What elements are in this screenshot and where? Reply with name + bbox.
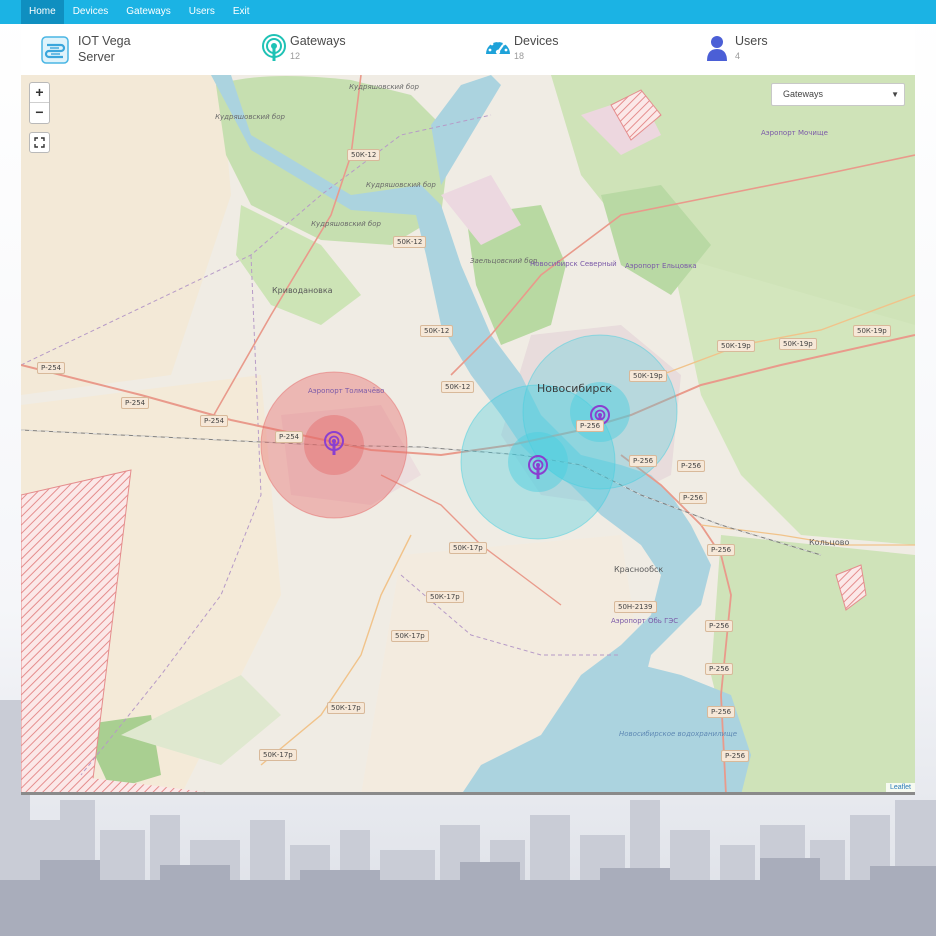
road-shield: 50К-17р	[259, 749, 297, 761]
road-shield: Р-256	[629, 455, 658, 467]
layer-select-dropdown[interactable]: Gateways ▼	[771, 83, 905, 106]
town-label-krasnoobsk: Краснообск	[614, 565, 664, 574]
forest-label-3: Кудряшовский бор	[366, 181, 436, 189]
nav-gateways[interactable]: Gateways	[117, 0, 179, 24]
city-label-novosibirsk: Новосибирск	[537, 382, 613, 395]
stats-header: IOT Vega Server Gateways 12 Devices 18 U…	[21, 24, 915, 75]
user-icon	[707, 36, 727, 61]
road-shield: Р-254	[121, 397, 150, 409]
road-shield: Р-256	[679, 492, 708, 504]
nav-exit[interactable]: Exit	[224, 0, 259, 24]
airport-label-tolmachevo: Аэропорт Толмачёво	[308, 387, 385, 395]
road-shield: 50К-17р	[327, 702, 365, 714]
app-title-line2: Server	[78, 50, 115, 64]
gateways-count: 12	[290, 51, 301, 61]
devices-stat[interactable]: Devices 18	[484, 33, 684, 69]
fullscreen-icon	[34, 137, 45, 148]
forest-label-2: Кудряшовский бор	[215, 113, 285, 121]
zoom-control: + −	[29, 82, 50, 124]
speedometer-icon	[486, 39, 510, 55]
devices-title: Devices	[514, 34, 559, 48]
nav-users[interactable]: Users	[180, 0, 224, 24]
users-title: Users	[735, 34, 768, 48]
app-title-line1: IOT Vega	[78, 34, 131, 48]
gateways-title: Gateways	[290, 34, 346, 48]
road-shield: 50К-17р	[426, 591, 464, 603]
airport-label-severny: Новосибирск Северный	[530, 260, 617, 268]
road-shield: 50К-19р	[779, 338, 817, 350]
road-shield: 50К-12	[420, 325, 454, 337]
zoom-in-button[interactable]: +	[30, 83, 49, 103]
road-shield: Р-256	[707, 544, 736, 556]
water-label-reservoir: Новосибирское водохранилище	[619, 730, 738, 738]
road-shield: Р-256	[705, 663, 734, 675]
layer-select-value: Gateways	[783, 89, 824, 99]
users-stat[interactable]: Users 4	[705, 33, 885, 69]
road-shield: 50К-19р	[629, 370, 667, 382]
road-shield: Р-254	[200, 415, 229, 427]
road-shield: Р-256	[721, 750, 750, 762]
road-shield: 50К-12	[347, 149, 381, 161]
road-shield: Р-254	[275, 431, 304, 443]
vega-logo-icon	[41, 36, 69, 64]
top-navbar: Home Devices Gateways Users Exit	[0, 0, 936, 24]
gateway-icon	[262, 34, 286, 61]
airport-label-eltsovka: Аэропорт Ельцовка	[625, 262, 697, 270]
road-shield: 50Н-2139	[614, 601, 657, 613]
road-shield: Р-256	[705, 620, 734, 632]
forest-label-1: Кудряшовский бор	[349, 83, 419, 91]
users-count: 4	[735, 51, 741, 61]
road-shield: 50К-17р	[391, 630, 429, 642]
app-logo-block: IOT Vega Server	[41, 33, 241, 69]
forest-label-4: Кудряшовский бор	[311, 220, 381, 228]
road-shield: 50К-17р	[449, 542, 487, 554]
road-shield: Р-256	[576, 420, 605, 432]
chevron-down-icon: ▼	[891, 90, 899, 99]
leaflet-attribution-link[interactable]: Leaflet	[885, 783, 915, 792]
airport-label-obges: Аэропорт Обь ГЭС	[611, 617, 679, 625]
road-shield: Р-254	[37, 362, 66, 374]
nav-home[interactable]: Home	[21, 0, 64, 24]
road-shield: 50К-12	[393, 236, 427, 248]
town-label-koltsovo: Кольцово	[809, 538, 850, 547]
map-view[interactable]: Новосибирск Криводановка Краснообск Коль…	[21, 75, 915, 795]
road-shield: 50К-12	[441, 381, 475, 393]
zoom-out-button[interactable]: −	[30, 103, 49, 123]
fullscreen-button[interactable]	[29, 132, 50, 153]
forest-label-5: Заельцовский бор	[470, 257, 538, 265]
town-label-krivodanovka: Криводановка	[272, 286, 333, 295]
airport-label-mochische: Аэропорт Мочище	[761, 129, 828, 137]
devices-count: 18	[514, 51, 525, 61]
road-shield: Р-256	[707, 706, 736, 718]
nav-devices[interactable]: Devices	[64, 0, 118, 24]
road-shield: 50К-19р	[853, 325, 891, 337]
road-shield: 50К-19р	[717, 340, 755, 352]
map-tiles	[21, 75, 915, 792]
road-shield: Р-256	[677, 460, 706, 472]
gateways-stat[interactable]: Gateways 12	[260, 33, 460, 69]
